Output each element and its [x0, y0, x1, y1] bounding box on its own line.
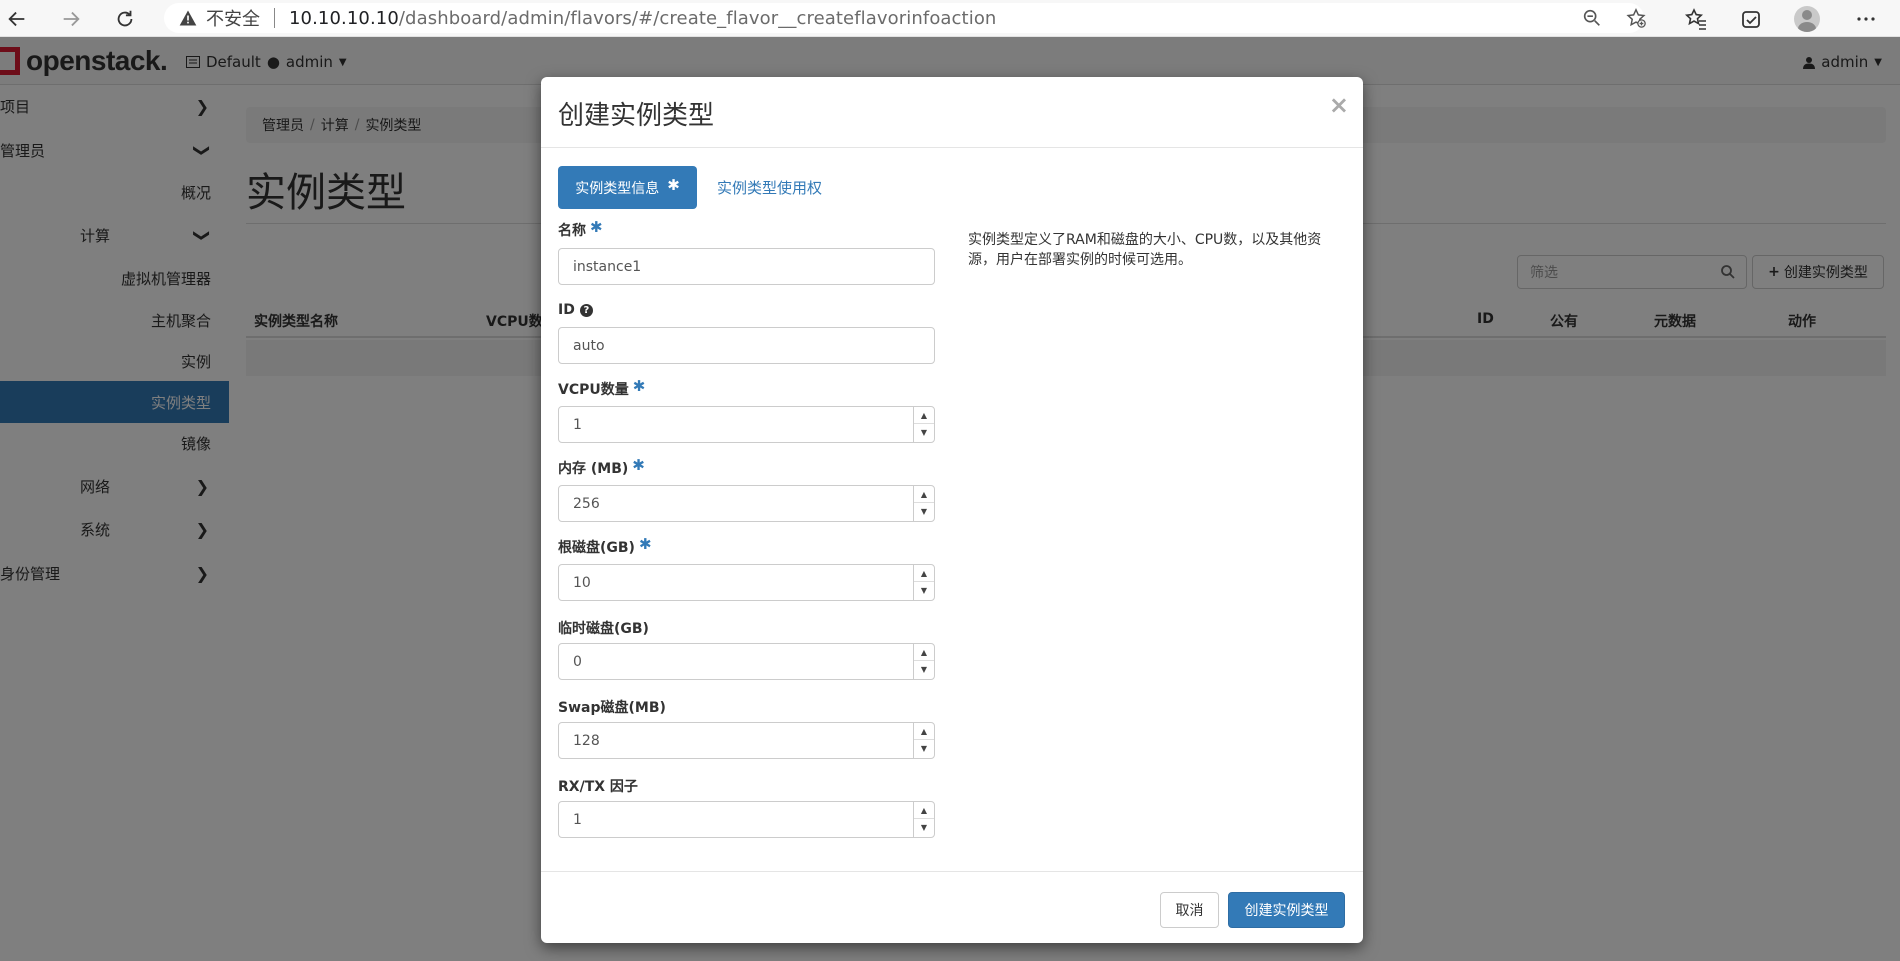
more-menu-icon[interactable]: [1850, 4, 1882, 34]
url-path: /dashboard/admin/flavors/#/create_flavor…: [398, 7, 997, 29]
swap-disk-spin-buttons: ▲ ▼: [913, 723, 934, 758]
spin-up-icon[interactable]: ▲: [914, 644, 934, 661]
ram-label-text: 内存 (MB): [558, 461, 629, 477]
create-flavor-submit-button[interactable]: 创建实例类型: [1228, 892, 1345, 928]
name-label-text: 名称: [558, 223, 586, 239]
url-host: 10.10.10.10: [289, 7, 399, 29]
close-icon[interactable]: ×: [1329, 91, 1349, 119]
modal-title: 创建实例类型: [558, 101, 715, 131]
modal-footer: 取消 创建实例类型: [541, 871, 1363, 943]
spin-down-icon[interactable]: ▼: [914, 503, 934, 520]
spin-up-icon[interactable]: ▲: [914, 407, 934, 424]
warning-triangle-icon[interactable]: [178, 8, 198, 28]
refresh-icon[interactable]: [110, 4, 140, 34]
required-asterisk-icon: ✱: [632, 456, 645, 474]
cancel-button[interactable]: 取消: [1160, 892, 1219, 928]
vcpu-stepper[interactable]: 1 ▲ ▼: [558, 406, 935, 443]
required-asterisk-icon: ✱: [638, 535, 652, 553]
ram-value: 256: [573, 495, 600, 512]
spin-down-icon[interactable]: ▼: [914, 740, 934, 757]
name-label: 名称 ✱: [558, 218, 603, 240]
url-text[interactable]: 10.10.10.10/dashboard/admin/flavors/#/cr…: [289, 8, 996, 29]
spin-down-icon[interactable]: ▼: [914, 661, 934, 678]
ram-spin-buttons: ▲ ▼: [913, 486, 934, 521]
ephemeral-disk-value: 0: [573, 653, 582, 670]
name-input[interactable]: instance1: [558, 248, 935, 285]
profile-avatar-icon[interactable]: [1791, 4, 1823, 34]
ephemeral-disk-label: 临时磁盘(GB): [558, 618, 649, 638]
spin-down-icon[interactable]: ▼: [914, 424, 934, 441]
address-bar[interactable]: 不安全 10.10.10.10/dashboard/admin/flavors/…: [164, 3, 1644, 33]
tab-flavor-info[interactable]: 实例类型信息 ✱: [558, 166, 697, 209]
zoom-out-icon[interactable]: [1578, 4, 1606, 32]
root-disk-value: 10: [573, 574, 591, 591]
root-disk-label-text: 根磁盘(GB): [558, 540, 635, 556]
spin-down-icon[interactable]: ▼: [914, 819, 934, 836]
root-disk-label: 根磁盘(GB) ✱: [558, 535, 652, 557]
rxtx-factor-stepper[interactable]: 1 ▲ ▼: [558, 801, 935, 838]
question-circle-icon[interactable]: ?: [579, 303, 593, 317]
vcpu-label: VCPU数量 ✱: [558, 377, 646, 399]
rxtx-factor-value: 1: [573, 811, 582, 828]
favorite-add-icon[interactable]: [1622, 4, 1650, 32]
forward-arrow-icon[interactable]: [56, 4, 86, 34]
required-asterisk-icon: ✱: [632, 377, 646, 395]
id-label: ID ?: [558, 302, 593, 318]
address-separator: [274, 8, 275, 28]
collections-icon[interactable]: [1735, 4, 1767, 34]
spin-up-icon[interactable]: ▲: [914, 723, 934, 740]
spin-up-icon[interactable]: ▲: [914, 802, 934, 819]
browser-toolbar: 不安全 10.10.10.10/dashboard/admin/flavors/…: [0, 0, 1900, 37]
root-disk-spin-buttons: ▲ ▼: [913, 565, 934, 600]
vcpu-value: 1: [573, 416, 582, 433]
ephemeral-disk-spin-buttons: ▲ ▼: [913, 644, 934, 679]
ephemeral-disk-label-text: 临时磁盘(GB): [558, 621, 649, 637]
flavor-description: 实例类型定义了RAM和磁盘的大小、CPU数，以及其他资源，用户在部署实例的时候可…: [968, 232, 1322, 268]
security-status[interactable]: 不安全: [206, 5, 260, 31]
ephemeral-disk-stepper[interactable]: 0 ▲ ▼: [558, 643, 935, 680]
required-asterisk-icon: ✱: [590, 218, 603, 236]
swap-disk-stepper[interactable]: 128 ▲ ▼: [558, 722, 935, 759]
swap-disk-value: 128: [573, 732, 600, 749]
rxtx-factor-spin-buttons: ▲ ▼: [913, 802, 934, 837]
rxtx-factor-label-text: RX/TX 因子: [558, 779, 638, 795]
swap-disk-label: Swap磁盘(MB): [558, 697, 666, 717]
ram-label: 内存 (MB) ✱: [558, 456, 645, 478]
swap-disk-label-text: Swap磁盘(MB): [558, 700, 666, 716]
vcpu-label-text: VCPU数量: [558, 382, 629, 398]
spin-up-icon[interactable]: ▲: [914, 565, 934, 582]
spin-up-icon[interactable]: ▲: [914, 486, 934, 503]
ram-stepper[interactable]: 256 ▲ ▼: [558, 485, 935, 522]
root-disk-stepper[interactable]: 10 ▲ ▼: [558, 564, 935, 601]
back-arrow-icon[interactable]: [2, 4, 32, 34]
favorites-icon[interactable]: [1680, 4, 1712, 34]
required-asterisk-icon: ✱: [667, 175, 680, 194]
vcpu-spin-buttons: ▲ ▼: [913, 407, 934, 442]
rxtx-factor-label: RX/TX 因子: [558, 776, 638, 796]
tab-flavor-access[interactable]: 实例类型使用权: [717, 177, 822, 198]
id-label-text: ID: [558, 302, 575, 318]
create-flavor-modal: 创建实例类型 × 实例类型信息 ✱ 实例类型使用权 名称 ✱ instance1…: [541, 77, 1363, 943]
id-input[interactable]: auto: [558, 327, 935, 364]
id-value: auto: [573, 337, 605, 354]
spin-down-icon[interactable]: ▼: [914, 582, 934, 599]
name-value: instance1: [573, 258, 642, 275]
tab-flavor-info-label: 实例类型信息: [575, 180, 660, 197]
modal-header: 创建实例类型 ×: [541, 77, 1363, 148]
